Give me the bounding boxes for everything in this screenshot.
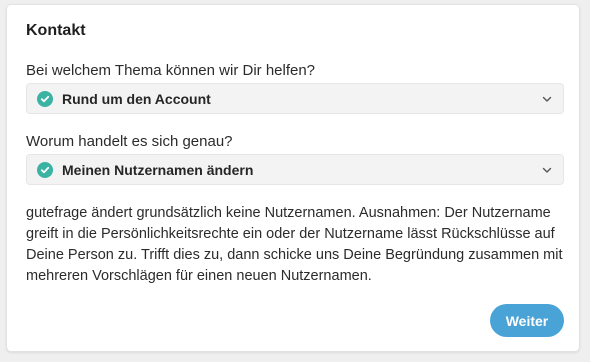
topic-question-label: Bei welchem Thema können wir Dir helfen? — [26, 62, 316, 79]
detail-select-value: Meinen Nutzernamen ändern — [62, 161, 254, 178]
detail-select[interactable]: Meinen Nutzernamen ändern — [26, 154, 564, 185]
page-title: Kontakt — [26, 22, 86, 39]
contact-card: Kontakt Bei welchem Thema können wir Dir… — [6, 4, 580, 352]
continue-button[interactable]: Weiter — [490, 304, 564, 337]
chevron-down-icon — [542, 96, 552, 102]
chevron-down-icon — [542, 167, 552, 173]
topic-select-value: Rund um den Account — [62, 90, 211, 107]
check-circle-icon — [37, 161, 53, 178]
detail-question-label: Worum handelt es sich genau? — [26, 133, 233, 150]
check-circle-icon — [37, 90, 53, 107]
info-text: gutefrage ändert grundsätzlich keine Nut… — [26, 205, 563, 284]
topic-select[interactable]: Rund um den Account — [26, 83, 564, 114]
